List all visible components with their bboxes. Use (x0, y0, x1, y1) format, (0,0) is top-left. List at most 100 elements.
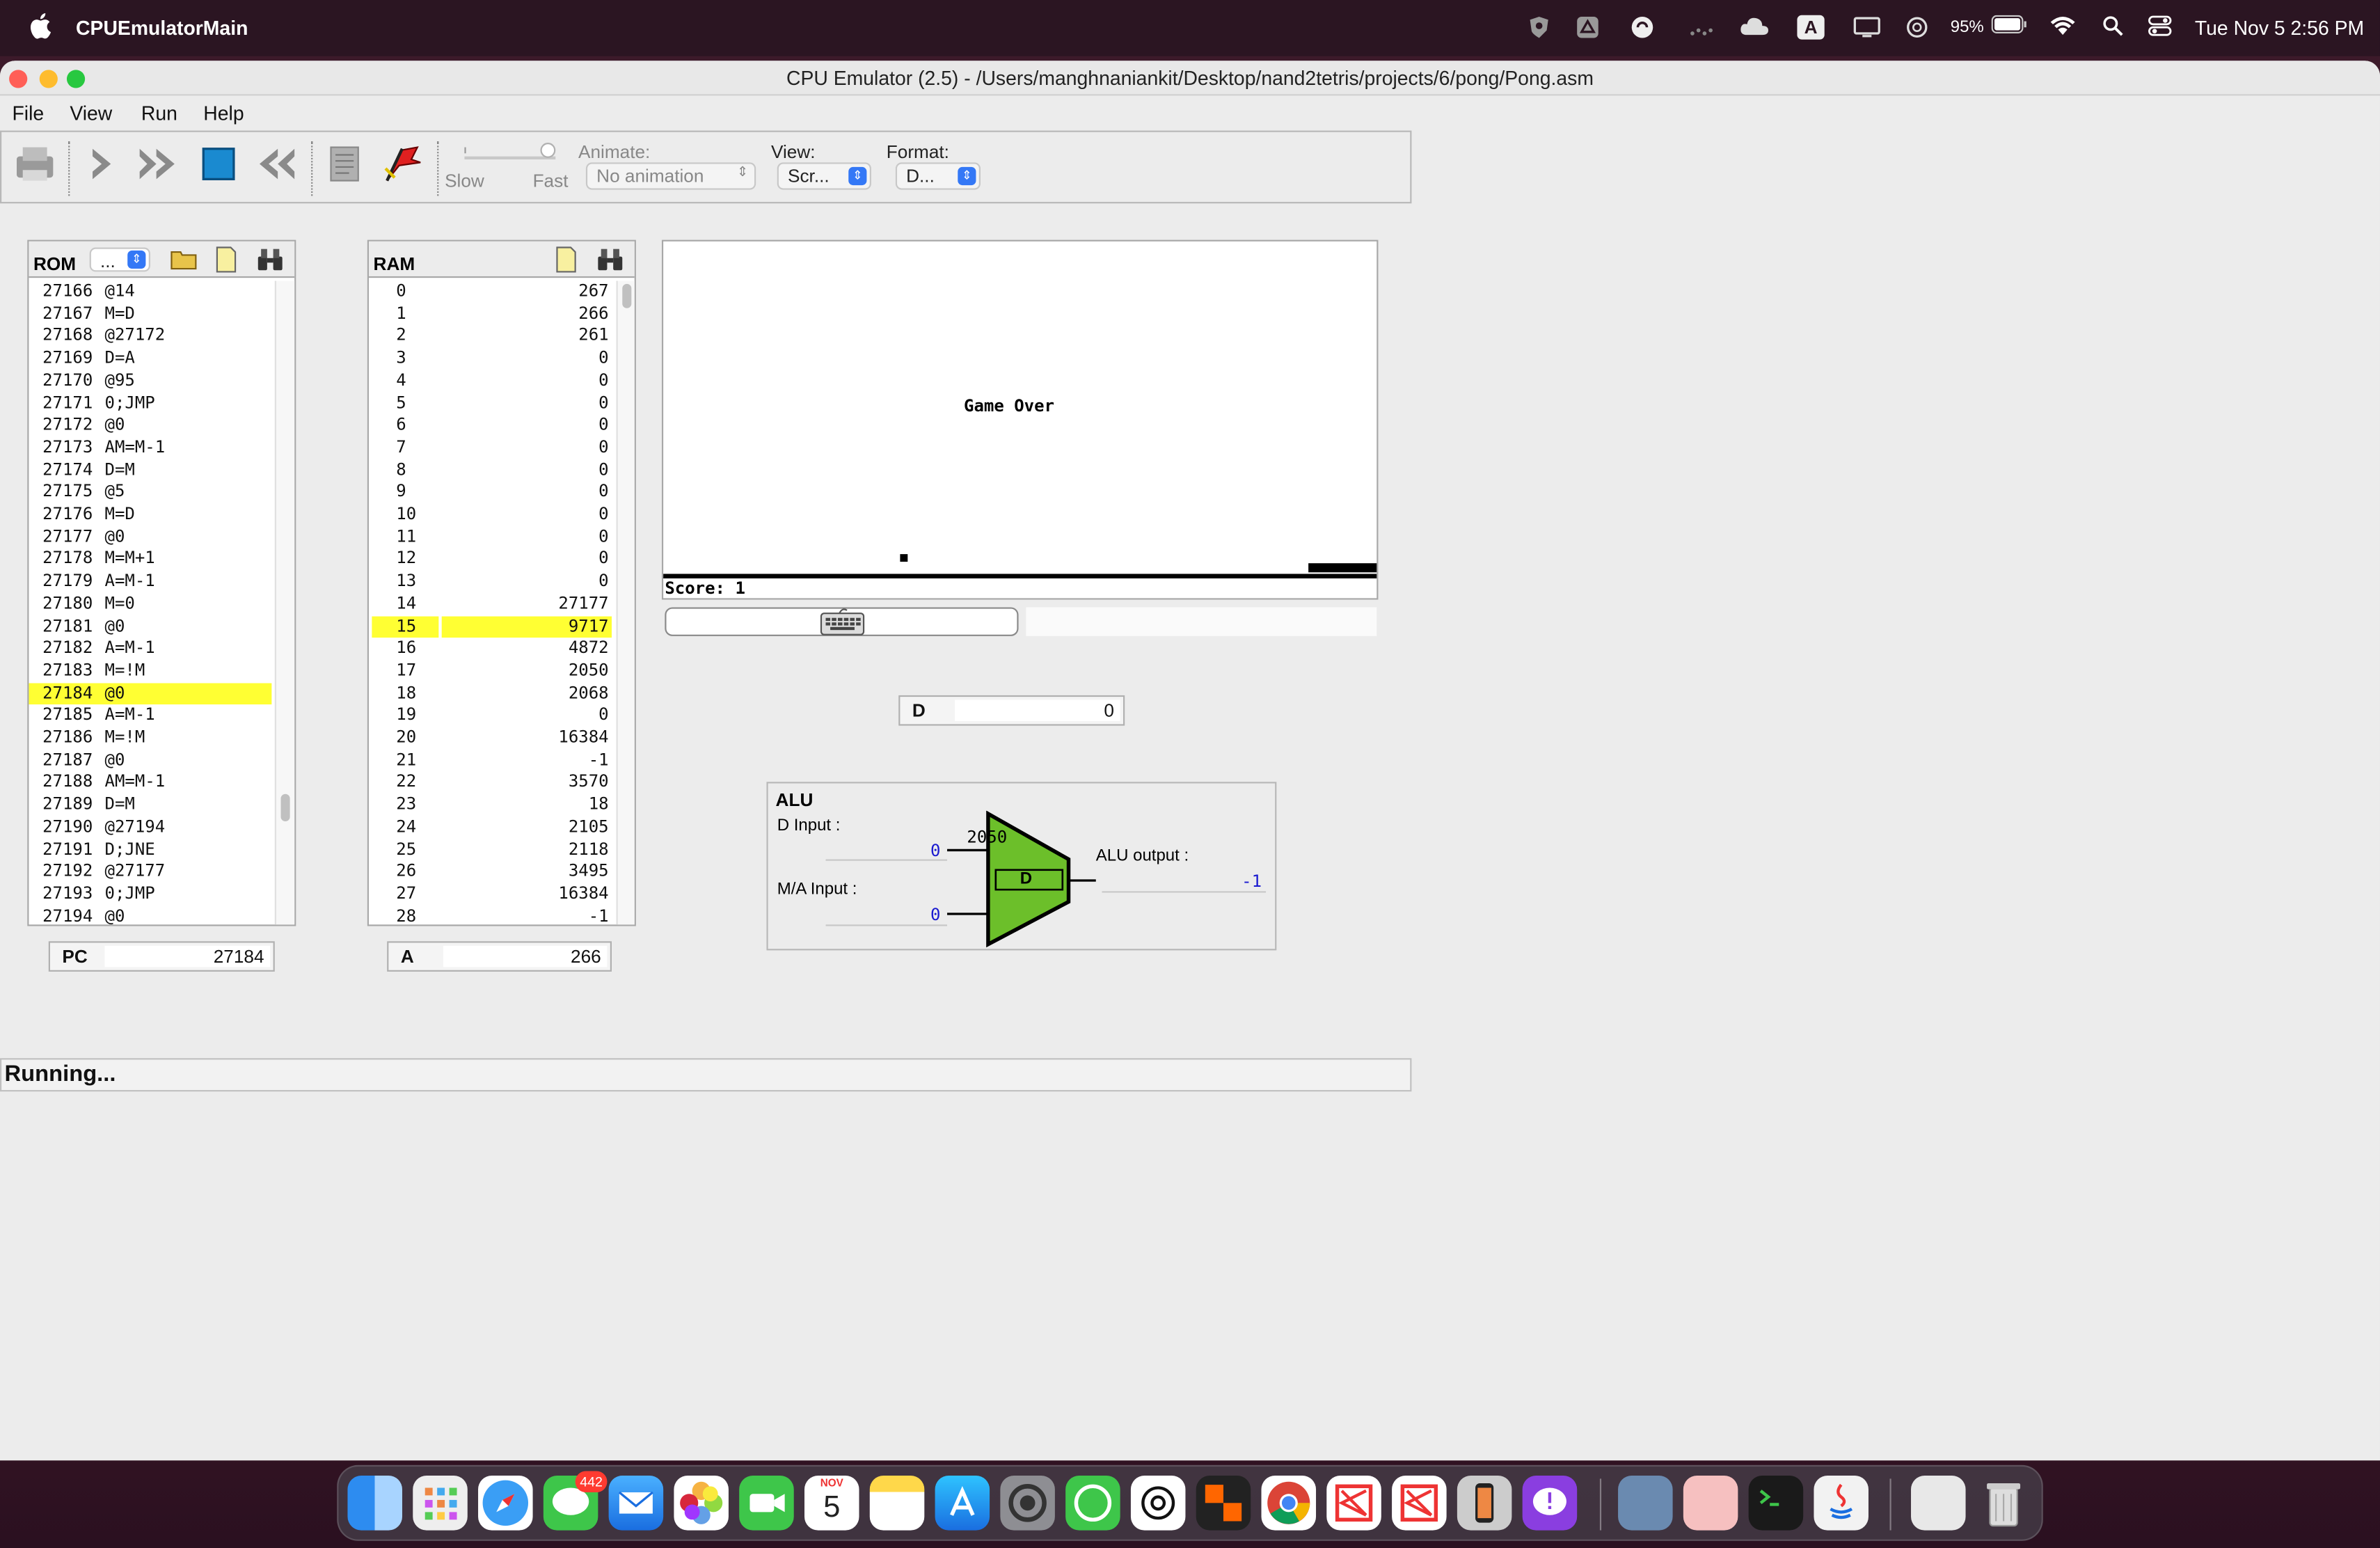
rewind-button[interactable] (253, 141, 299, 187)
rom-list[interactable]: 27166 @14 27167 M=D 27168 @27172 27169 D=A 27170… (29, 281, 272, 924)
ram-row[interactable]: 90 (369, 482, 614, 504)
ram-row[interactable]: 2 261 (369, 326, 614, 348)
menubar-clock[interactable]: Tue Nov 5 2:56 PM (2195, 17, 2364, 40)
chrome-icon[interactable] (1261, 1476, 1317, 1531)
rom-row[interactable]: 27180 M=0 (29, 593, 271, 615)
ram-row[interactable]: 28 -1 (369, 906, 614, 924)
rom-row[interactable]: 27190 @27194 (29, 816, 271, 839)
rom-row[interactable]: 27187 @0 (29, 750, 271, 772)
rom-row[interactable]: 27174 D=M (29, 459, 271, 482)
java-icon[interactable] (1814, 1476, 1869, 1531)
pdf-file-icon[interactable] (1911, 1476, 1966, 1531)
ram-row[interactable]: 24 2105 (369, 816, 614, 839)
script-button[interactable] (322, 141, 367, 187)
new-file-icon[interactable] (554, 246, 578, 273)
photos-icon[interactable] (674, 1476, 729, 1531)
ram-row[interactable]: 60 (369, 415, 614, 437)
ram-row[interactable]: 22 3570 (369, 772, 614, 794)
ram-row[interactable]: 23 18 (369, 794, 614, 816)
folder-icon[interactable] (170, 248, 197, 272)
image-app-icon[interactable] (1683, 1476, 1738, 1531)
rom-row[interactable]: 27181 @0 (29, 615, 271, 638)
menu-help[interactable]: Help (203, 102, 244, 125)
ram-row[interactable]: 14 27177 (369, 593, 614, 615)
ram-row[interactable]: 12 0 (369, 548, 614, 571)
rom-row[interactable]: 27193 0;JMP (29, 883, 271, 906)
rom-row[interactable]: 27171 0;JMP (29, 393, 271, 415)
rom-row[interactable]: 27194 @0 (29, 906, 271, 924)
rom-format-select[interactable]: ... ⇕ (89, 247, 150, 272)
ram-row[interactable]: 0 267 (369, 281, 614, 303)
rom-scrollbar[interactable] (274, 281, 295, 925)
drive-icon[interactable] (1574, 15, 1601, 40)
rom-row[interactable]: 27168 @27172 (29, 326, 271, 348)
ram-row[interactable]: 20 16384 (369, 727, 614, 750)
rom-row[interactable]: 27183 M=!M (29, 661, 271, 683)
rom-row[interactable]: 27167 M=D (29, 303, 271, 326)
ram-row[interactable]: 21 -1 (369, 750, 614, 772)
speed-slider[interactable] (464, 143, 556, 169)
nand2tetris-tool-icon-2[interactable] (1392, 1476, 1447, 1531)
rom-row[interactable]: 27175 @5 (29, 482, 271, 504)
ram-row[interactable]: 19 0 (369, 705, 614, 727)
new-file-icon[interactable] (214, 246, 239, 273)
ram-row[interactable]: 25 2118 (369, 839, 614, 861)
window-titlebar[interactable]: CPU Emulator (2.5) - /Users/manghnaniank… (0, 61, 2380, 96)
rom-row[interactable]: 27166 @14 (29, 281, 271, 303)
ram-row[interactable]: 13 0 (369, 571, 614, 593)
load-program-button[interactable] (12, 141, 57, 187)
menu-view[interactable]: View (70, 102, 112, 125)
rom-row[interactable]: 27170 @95 (29, 370, 271, 393)
ram-row[interactable]: 18 2068 (369, 683, 614, 705)
app-store-icon[interactable] (935, 1476, 990, 1531)
binoculars-icon[interactable] (596, 248, 624, 272)
ram-row[interactable]: 10 0 (369, 504, 614, 526)
calendar-icon[interactable]: NOV 5 (804, 1476, 859, 1531)
keyboard-icon[interactable] (818, 607, 867, 638)
rom-row[interactable]: 27173 AM=M-1 (29, 437, 271, 459)
active-app-name[interactable]: CPUEmulatorMain (76, 17, 248, 40)
rom-row[interactable]: 27188 AM=M-1 (29, 772, 271, 794)
binoculars-icon[interactable] (257, 248, 284, 272)
apple-icon[interactable] (27, 12, 51, 39)
ram-row[interactable]: 70 (369, 437, 614, 459)
ram-row[interactable]: 17 2050 (369, 661, 614, 683)
rom-row[interactable]: 27191 D;JNE (29, 839, 271, 861)
stop-button[interactable] (196, 141, 241, 187)
animate-select[interactable]: No animation ⇕ (585, 162, 756, 190)
single-step-button[interactable] (79, 141, 124, 187)
view-select[interactable]: Scr... ⇕ (777, 162, 871, 190)
run-fast-forward-button[interactable] (135, 141, 180, 187)
ram-row[interactable]: 50 (369, 393, 614, 415)
whatsapp-icon[interactable] (1065, 1476, 1120, 1531)
shield-icon[interactable] (1525, 15, 1553, 40)
rom-row[interactable]: 27172 @0 (29, 415, 271, 437)
d-field[interactable] (954, 700, 1120, 722)
menu-run[interactable]: Run (141, 102, 177, 125)
terminal-icon[interactable] (1748, 1476, 1804, 1531)
spotlight-search-icon[interactable] (2099, 15, 2126, 40)
sync-icon[interactable] (1628, 15, 1656, 40)
rom-row[interactable]: 27184 @0 (29, 682, 272, 705)
rom-row[interactable]: 27177 @0 (29, 526, 271, 548)
control-center-icon[interactable] (2146, 15, 2173, 40)
menu-file[interactable]: File (12, 102, 44, 125)
display-icon[interactable] (1853, 15, 1880, 40)
ram-scrollbar-thumb[interactable] (622, 283, 632, 308)
preview-icon[interactable] (1618, 1476, 1673, 1531)
ram-row[interactable]: 40 (369, 370, 614, 393)
speed-slider-handle[interactable] (540, 143, 556, 158)
notes-icon[interactable] (869, 1476, 925, 1531)
mail-icon[interactable] (608, 1476, 664, 1531)
rom-row[interactable]: 27189 D=M (29, 794, 271, 816)
ram-row[interactable]: 27 16384 (369, 883, 614, 906)
ram-row[interactable]: 16 4872 (369, 638, 614, 660)
format-select[interactable]: D... ⇕ (895, 162, 981, 190)
finder-icon[interactable] (347, 1476, 402, 1531)
rom-row[interactable]: 27192 @27177 (29, 861, 271, 883)
ram-row[interactable]: 26 3495 (369, 861, 614, 883)
breakpoint-flag-button[interactable] (378, 141, 423, 187)
chatgpt-icon[interactable] (1903, 15, 1930, 40)
ram-row[interactable]: 30 (369, 348, 614, 370)
chatgpt-app-icon[interactable] (1130, 1476, 1186, 1531)
